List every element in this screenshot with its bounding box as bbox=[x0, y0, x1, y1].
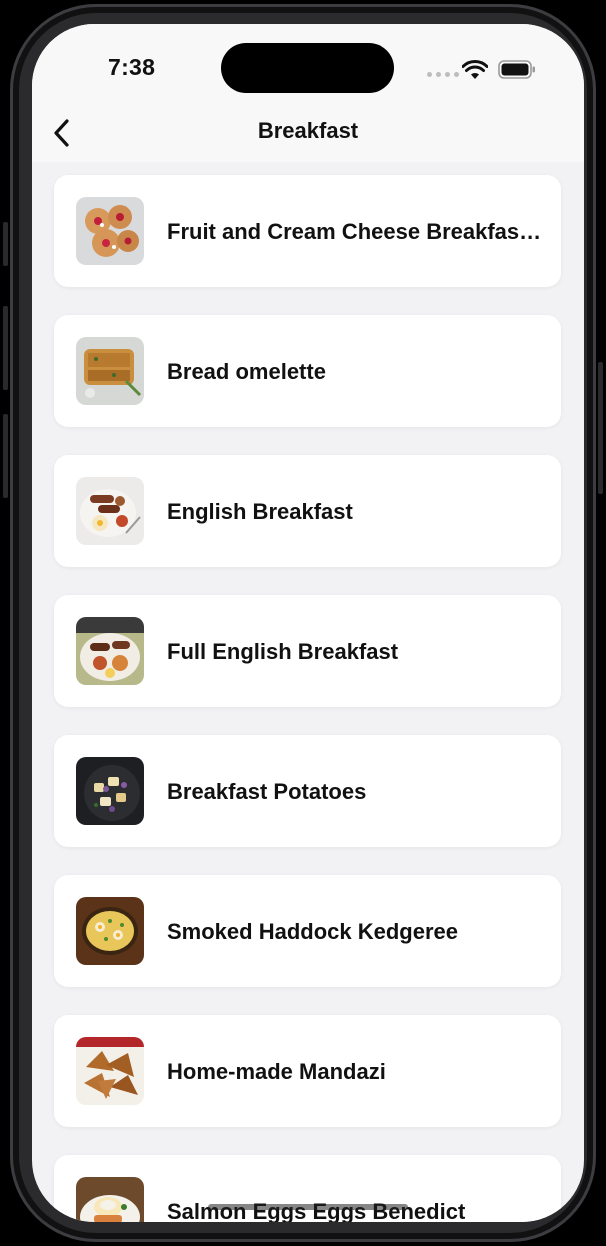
meal-item[interactable]: Fruit and Cream Cheese Breakfast Pastrie… bbox=[54, 175, 561, 287]
battery-icon bbox=[498, 60, 535, 79]
meal-item[interactable]: Breakfast Potatoes bbox=[54, 735, 561, 847]
volume-down-button bbox=[3, 414, 8, 498]
meal-item[interactable]: Smoked Haddock Kedgeree bbox=[54, 875, 561, 987]
status-bar: 7:38 bbox=[32, 24, 584, 114]
navigation-bar: Breakfast bbox=[32, 114, 584, 162]
meal-name: Smoked Haddock Kedgeree bbox=[167, 919, 458, 944]
screen: 7:38 Breakfast Fruit and Cream Cheese Br… bbox=[32, 24, 584, 1222]
status-time: 7:38 bbox=[108, 54, 156, 80]
full-english-breakfast-photo bbox=[76, 617, 144, 685]
breakfast-potatoes-photo bbox=[76, 757, 144, 825]
kedgeree-photo bbox=[76, 897, 144, 965]
dynamic-island bbox=[221, 43, 394, 93]
power-button bbox=[598, 362, 603, 494]
home-indicator[interactable] bbox=[208, 1204, 408, 1210]
mandazi-photo bbox=[76, 1037, 144, 1105]
meal-item[interactable]: English Breakfast bbox=[54, 455, 561, 567]
meal-name: Full English Breakfast bbox=[167, 639, 399, 664]
meal-item[interactable]: Home-made Mandazi bbox=[54, 1015, 561, 1127]
meal-name: Home-made Mandazi bbox=[167, 1059, 386, 1084]
wifi-icon bbox=[462, 60, 488, 79]
meal-name: Fruit and Cream Cheese Breakfast Pastrie… bbox=[167, 219, 543, 244]
phone-device: 7:38 Breakfast Fruit and Cream Cheese Br… bbox=[0, 0, 606, 1246]
eggs-benedict-photo bbox=[76, 1177, 144, 1222]
meal-name: Salmon Eggs Eggs Benedict bbox=[167, 1199, 466, 1222]
meal-item[interactable]: Full English Breakfast bbox=[54, 595, 561, 707]
meal-name: English Breakfast bbox=[167, 499, 353, 524]
meal-name: Breakfast Potatoes bbox=[167, 779, 367, 804]
meal-name: Bread omelette bbox=[167, 359, 326, 384]
bread-omelette-photo bbox=[76, 337, 144, 405]
page-title: Breakfast bbox=[257, 118, 359, 143]
signal-dots-icon bbox=[427, 72, 459, 77]
volume-up-button bbox=[3, 306, 8, 390]
action-button bbox=[3, 222, 8, 266]
meal-item[interactable]: Salmon Eggs Eggs Benedict bbox=[54, 1155, 561, 1222]
meal-item[interactable]: Bread omelette bbox=[54, 315, 561, 427]
pastries-photo bbox=[76, 197, 144, 265]
english-breakfast-photo bbox=[76, 477, 144, 545]
